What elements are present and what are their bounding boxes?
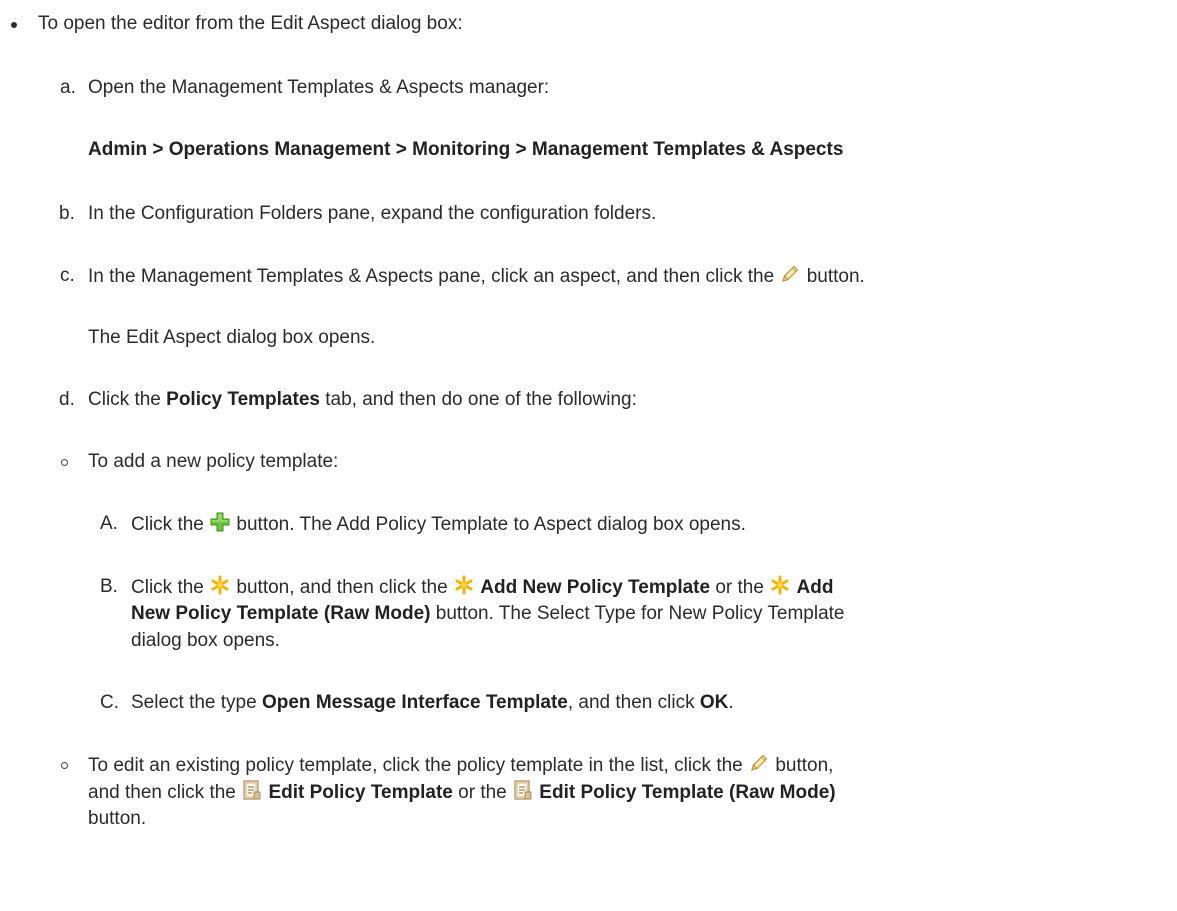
step-d-text: Click the Policy Templates tab, and then…: [88, 387, 637, 413]
step-c-result: The Edit Aspect dialog box opens.: [88, 327, 376, 348]
substep-c-text-2: , and then click: [567, 692, 695, 713]
pencil-icon: [779, 263, 801, 285]
substep-b-text-4: button. The Select Type for New Policy T…: [435, 603, 845, 624]
substep-a-marker: A.: [100, 513, 118, 534]
substep-b-text-1: Click the: [131, 577, 204, 598]
policy-template-icon: [241, 779, 263, 801]
edit-raw-mode-label: Edit Policy Template (Raw Mode): [539, 782, 836, 803]
step-c-text-after: button.: [806, 266, 865, 287]
substep-a-text-2: button. The Add Policy Template to Aspec…: [236, 514, 746, 535]
substep-a-text: Click the button. The Add Policy Templat…: [131, 511, 746, 538]
option-edit-line-3: button.: [88, 808, 147, 829]
bullet: [11, 22, 17, 28]
substep-b-line-2: New Policy Template (Raw Mode) button. T…: [131, 601, 845, 627]
policy-templates-tab-label: Policy Templates: [166, 389, 320, 410]
substep-b-text-3: or the: [715, 577, 764, 598]
option-add-text: To add a new policy template:: [88, 451, 339, 472]
step-b-marker: b.: [59, 203, 75, 224]
pencil-icon: [748, 752, 770, 774]
circle-bullet: [61, 459, 68, 466]
circle-bullet: [61, 762, 68, 769]
green-plus-icon: [209, 511, 231, 533]
substep-b-text-2: button, and then click the: [236, 577, 448, 598]
raw-mode-label: New Policy Template (Raw Mode): [131, 603, 431, 624]
step-c-text-before: In the Management Templates & Aspects pa…: [88, 266, 775, 287]
option-edit-text-3: and then click the: [88, 782, 236, 803]
option-edit-text-2: button,: [775, 755, 834, 776]
add-label: Add: [796, 577, 834, 598]
step-d-marker: d.: [59, 389, 75, 410]
step-c-text: In the Management Templates & Aspects pa…: [88, 263, 865, 290]
substep-c-marker: C.: [100, 692, 119, 713]
option-edit-text-1: To edit an existing policy template, cli…: [88, 755, 743, 776]
substep-c-text-3: .: [728, 692, 734, 713]
option-edit-line-2: and then click the Edit Policy Template …: [88, 779, 836, 806]
substep-c-text-1: Select the type: [131, 692, 257, 713]
menu-path-text: Admin > Operations Management > Monitori…: [88, 139, 844, 160]
asterisk-icon: [209, 574, 231, 596]
asterisk-icon: [769, 574, 791, 596]
template-type-label: Open Message Interface Template: [261, 692, 568, 713]
ok-label: OK: [699, 692, 729, 713]
substep-a-text-1: Click the: [131, 514, 204, 535]
option-edit-line-1: To edit an existing policy template, cli…: [88, 752, 833, 779]
substep-c-text: Select the type Open Message Interface T…: [131, 690, 734, 716]
step-d-text-1: Click the: [88, 389, 161, 410]
step-a-marker: a.: [60, 77, 76, 98]
policy-template-icon: [512, 779, 534, 801]
option-edit-text-4: or the: [458, 782, 507, 803]
edit-policy-template-label: Edit Policy Template: [268, 782, 453, 803]
add-new-policy-template-label: Add New Policy Template: [480, 577, 711, 598]
substep-b-line-3: dialog box opens.: [131, 630, 280, 651]
step-c-marker: c.: [60, 265, 75, 286]
intro-text: To open the editor from the Edit Aspect …: [38, 13, 463, 34]
step-b-text: In the Configuration Folders pane, expan…: [88, 203, 657, 224]
substep-b-marker: B.: [100, 576, 118, 597]
asterisk-icon: [453, 574, 475, 596]
menu-path: Admin > Operations Management > Monitori…: [88, 137, 843, 163]
step-d-text-2: tab, and then do one of the following:: [325, 389, 637, 410]
substep-b-line-1: Click the button, and then click the Add…: [131, 574, 833, 601]
step-a-text: Open the Management Templates & Aspects …: [88, 77, 550, 98]
